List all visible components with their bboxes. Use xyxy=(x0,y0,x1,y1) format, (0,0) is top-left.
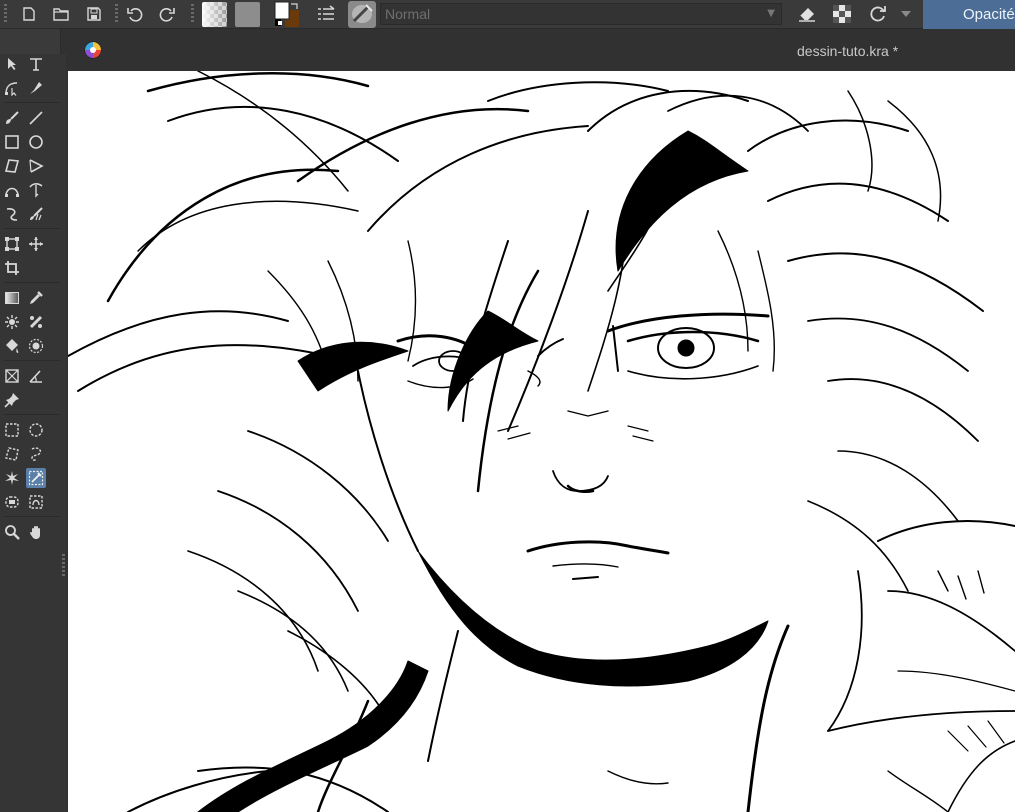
pattern-swatch[interactable] xyxy=(235,2,260,27)
rectangular-select-tool-icon[interactable] xyxy=(2,420,22,440)
reference-images-tool-icon[interactable] xyxy=(2,390,22,410)
opacity-label: Opacité xyxy=(963,6,1015,23)
bezier-select-tool-icon[interactable] xyxy=(26,492,46,512)
edit-shapes-tool-icon[interactable] xyxy=(2,78,22,98)
text-tool-icon[interactable] xyxy=(26,54,46,74)
contiguous-select-tool-icon[interactable] xyxy=(2,468,22,488)
redo-icon[interactable] xyxy=(156,3,178,25)
tool-separator xyxy=(4,360,60,361)
move-tool-icon[interactable] xyxy=(26,234,46,254)
toolbar-grip[interactable] xyxy=(191,4,194,24)
multibrush-tool-icon[interactable] xyxy=(26,204,46,224)
reload-preset-icon[interactable] xyxy=(866,3,890,25)
fill-tool-icon[interactable] xyxy=(2,336,22,356)
tool-separator xyxy=(4,282,60,283)
brush-preset-thumbnail[interactable] xyxy=(348,1,376,28)
ink-drawing-artwork xyxy=(68,71,1015,812)
blend-mode-select[interactable]: Normal ▼ xyxy=(380,3,782,25)
dropdown-icon[interactable] xyxy=(898,3,914,25)
color-picker-tool-icon[interactable] xyxy=(26,288,46,308)
assistant-tool-icon[interactable] xyxy=(2,366,22,386)
dynamic-brush-tool-icon[interactable] xyxy=(2,204,22,224)
select-shapes-tool-icon[interactable] xyxy=(2,54,22,74)
freehand-brush-tool-icon[interactable] xyxy=(2,108,22,128)
gradient-swatch[interactable] xyxy=(202,2,227,27)
eraser-icon[interactable] xyxy=(795,3,819,25)
toolbox xyxy=(0,54,66,812)
smart-patch-tool-icon[interactable] xyxy=(26,312,46,332)
open-document-icon[interactable] xyxy=(50,3,72,25)
save-icon[interactable] xyxy=(83,3,105,25)
crop-tool-icon[interactable] xyxy=(2,258,22,278)
measure-tool-icon[interactable] xyxy=(26,366,46,386)
colorize-mask-tool-icon[interactable] xyxy=(2,312,22,332)
calligraphy-tool-icon[interactable] xyxy=(26,78,46,98)
blend-mode-value: Normal xyxy=(385,6,431,22)
elliptical-select-tool-icon[interactable] xyxy=(26,420,46,440)
line-tool-icon[interactable] xyxy=(26,108,46,128)
tool-separator xyxy=(4,414,60,415)
undo-icon[interactable] xyxy=(124,3,146,25)
rectangle-tool-icon[interactable] xyxy=(2,132,22,152)
opacity-control[interactable]: Opacité xyxy=(923,0,1015,29)
gradient-tool-icon[interactable] xyxy=(2,288,22,308)
alpha-lock-icon[interactable] xyxy=(830,3,854,25)
freehand-path-tool-icon[interactable] xyxy=(26,180,46,200)
chevron-down-icon: ▼ xyxy=(767,8,775,19)
toolbar-grip[interactable] xyxy=(4,4,7,24)
bezier-curve-tool-icon[interactable] xyxy=(2,180,22,200)
new-document-icon[interactable] xyxy=(18,3,40,25)
zoom-tool-icon[interactable] xyxy=(2,522,22,542)
enclose-and-fill-tool-icon[interactable] xyxy=(26,336,46,356)
tool-separator xyxy=(4,228,60,229)
similar-color-select-tool-icon[interactable] xyxy=(2,492,22,512)
polyline-tool-icon[interactable] xyxy=(26,156,46,176)
main-toolbar: Normal ▼ Opacité xyxy=(0,0,1015,29)
document-title[interactable]: dessin-tuto.kra * xyxy=(797,43,898,59)
toolbox-resize-handle[interactable] xyxy=(62,554,65,576)
transform-tool-icon[interactable] xyxy=(2,234,22,254)
magnetic-select-tool-icon[interactable] xyxy=(26,468,46,488)
toolbox-header xyxy=(0,29,61,54)
pan-tool-icon[interactable] xyxy=(26,522,46,542)
tool-separator xyxy=(4,102,60,103)
tool-separator xyxy=(4,516,60,517)
freehand-select-tool-icon[interactable] xyxy=(26,444,46,464)
toolbar-grip[interactable] xyxy=(115,4,118,24)
color-swap-icon[interactable] xyxy=(272,1,302,28)
brush-presets-icon[interactable] xyxy=(314,3,338,25)
drawing-canvas[interactable] xyxy=(68,71,1015,812)
ellipse-tool-icon[interactable] xyxy=(26,132,46,152)
polygonal-select-tool-icon[interactable] xyxy=(2,444,22,464)
polygon-tool-icon[interactable] xyxy=(2,156,22,176)
krita-logo-icon xyxy=(84,41,102,59)
